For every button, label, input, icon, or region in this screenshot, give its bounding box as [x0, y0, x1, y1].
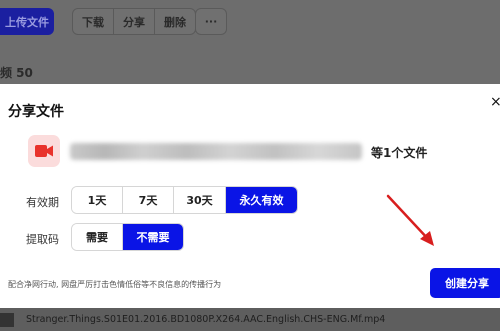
create-share-button[interactable]: 创建分享: [430, 268, 500, 298]
policy-notice: 配合净网行动, 网盘严厉打击色情低俗等不良信息的传播行为: [8, 280, 222, 289]
validity-selector: 1天 7天 30天 永久有效: [71, 186, 298, 214]
validity-option-permanent[interactable]: 永久有效: [226, 187, 297, 213]
extraction-code-label: 提取码: [26, 233, 59, 246]
validity-option-30days[interactable]: 30天: [174, 187, 226, 213]
file-row-name: Stranger.Things.S01E01.2016.BD1080P.X264…: [26, 314, 386, 325]
upload-button: 上传文件: [0, 8, 54, 35]
file-count-label: 等1个文件: [371, 146, 428, 160]
more-button: ···: [195, 8, 227, 35]
annotation-arrow-icon: [386, 194, 434, 246]
extraction-code-selector: 需要 不需要: [71, 223, 184, 251]
close-icon[interactable]: ×: [490, 94, 500, 110]
validity-label: 有效期: [26, 196, 59, 209]
file-actions-group: 下载 分享 删除: [72, 8, 196, 35]
blurred-file-name: [70, 143, 362, 160]
validity-option-1day[interactable]: 1天: [72, 187, 123, 213]
video-camera-icon: [28, 135, 60, 167]
code-option-required[interactable]: 需要: [72, 224, 123, 250]
file-row-icon: [0, 313, 14, 327]
file-count-heading: 频 50: [0, 66, 33, 80]
dialog-title: 分享文件: [8, 104, 64, 120]
share-button: 分享: [114, 9, 155, 34]
background-toolbar: 上传文件 下载 分享 删除 ···: [0, 0, 500, 48]
delete-button: 删除: [164, 15, 186, 29]
validity-option-7days[interactable]: 7天: [123, 187, 174, 213]
code-option-not-required[interactable]: 不需要: [123, 224, 183, 250]
download-button: 下载: [73, 9, 114, 34]
